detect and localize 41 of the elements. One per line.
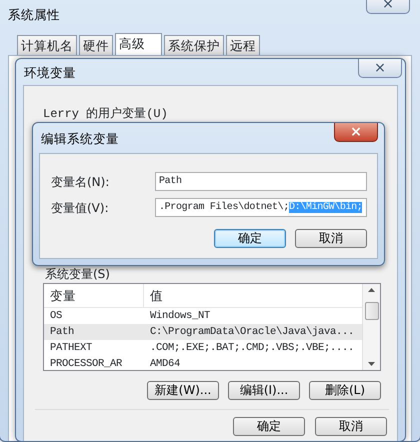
dialog-button[interactable]: 编辑(I)... (228, 381, 300, 400)
table-row[interactable]: PROCESSOR_AR AMD64 (44, 356, 362, 370)
dialog-button[interactable]: 新建(W)... (147, 381, 219, 400)
table-cell-text: C:\ProgramData\Oracle\Java\java... (149, 325, 356, 340)
dialog-button[interactable]: 确定 (214, 229, 286, 248)
dialog-title: 环境变量 (23, 64, 77, 82)
tab[interactable]: 硬件 (79, 35, 113, 55)
tab[interactable]: 计算机名 (17, 35, 77, 55)
group-label: 系统变量(S) (45, 266, 110, 283)
scroll-up-icon[interactable] (368, 288, 375, 292)
tab[interactable]: 系统保护 (164, 35, 224, 55)
field-label: 变量值(V): (51, 200, 110, 216)
table-cell-text: Windows_NT (149, 309, 212, 324)
window-title: 系统属性 (7, 6, 61, 21)
table-cell-text: Path (49, 325, 76, 340)
dialog-button[interactable]: 确定 (233, 417, 305, 436)
scrollbar[interactable] (362, 284, 380, 370)
variable-value-field[interactable]: .Program Files\dotnet\;D:\MinGW\bin; (155, 198, 367, 217)
scroll-thumb[interactable] (364, 302, 378, 320)
close-button[interactable]: × (366, 0, 410, 14)
table-row[interactable]: Path C:\ProgramData\Oracle\Java\java... (44, 324, 362, 340)
dialog-button[interactable]: 取消 (295, 229, 367, 248)
dialog-button[interactable]: 删除(L) (309, 381, 381, 400)
tab[interactable]: 高级 (115, 33, 162, 55)
table-cell-text: OS (49, 309, 64, 324)
dialog-title: 编辑系统变量 (40, 130, 120, 148)
table-cell-text: PATHEXT (49, 341, 94, 356)
table-row[interactable]: PATHEXT .COM;.EXE;.BAT;.CMD;.VBS;.VBE;.... (44, 340, 362, 356)
field-label: 变量名(N): (51, 174, 110, 190)
dialog-button[interactable]: 取消 (315, 417, 387, 436)
scroll-down-icon[interactable] (368, 362, 375, 366)
group-label: Lerry 的用户变量(U) (43, 106, 168, 123)
tab[interactable]: 远程 (226, 35, 260, 55)
table-row[interactable]: OS Windows_NT (44, 308, 362, 324)
close-button[interactable]: × (358, 59, 402, 78)
variable-name-field[interactable]: Path (155, 172, 367, 191)
table-cell-text: AMD64 (149, 357, 182, 370)
column-header[interactable]: 变量 (44, 284, 144, 307)
table-cell-text: .COM;.EXE;.BAT;.CMD;.VBS;.VBE;.... (149, 341, 356, 356)
column-header[interactable]: 值 (144, 284, 362, 307)
table-cell-text: PROCESSOR_AR (49, 357, 124, 370)
